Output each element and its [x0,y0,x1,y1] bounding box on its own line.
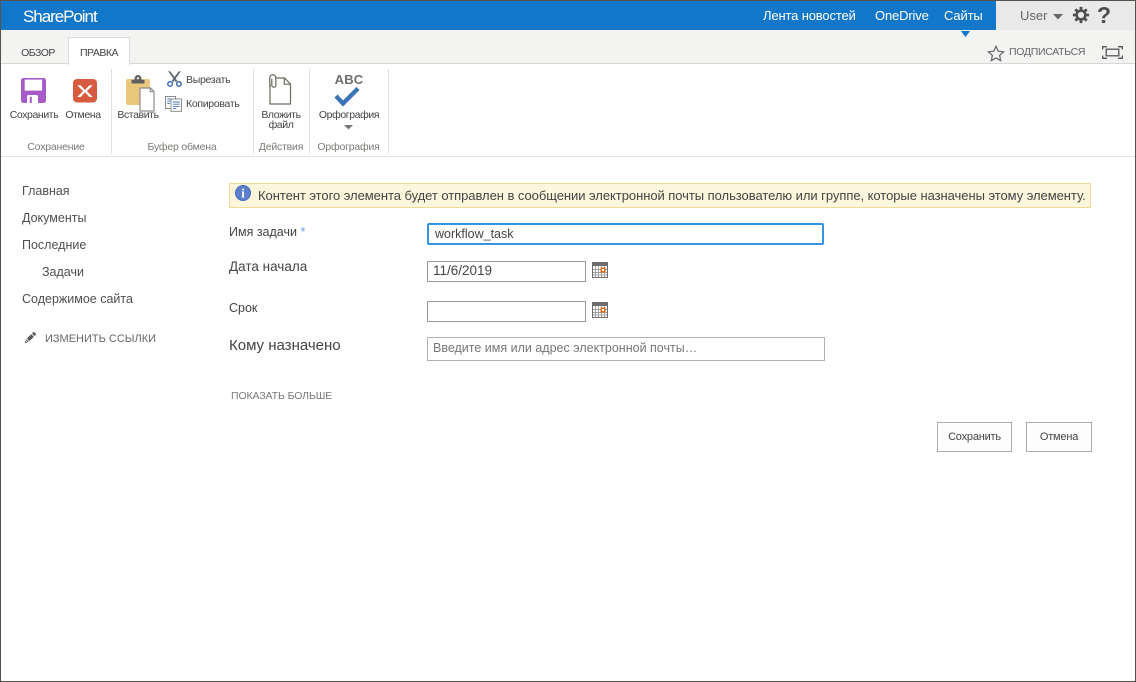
svg-text:i: i [241,186,245,201]
